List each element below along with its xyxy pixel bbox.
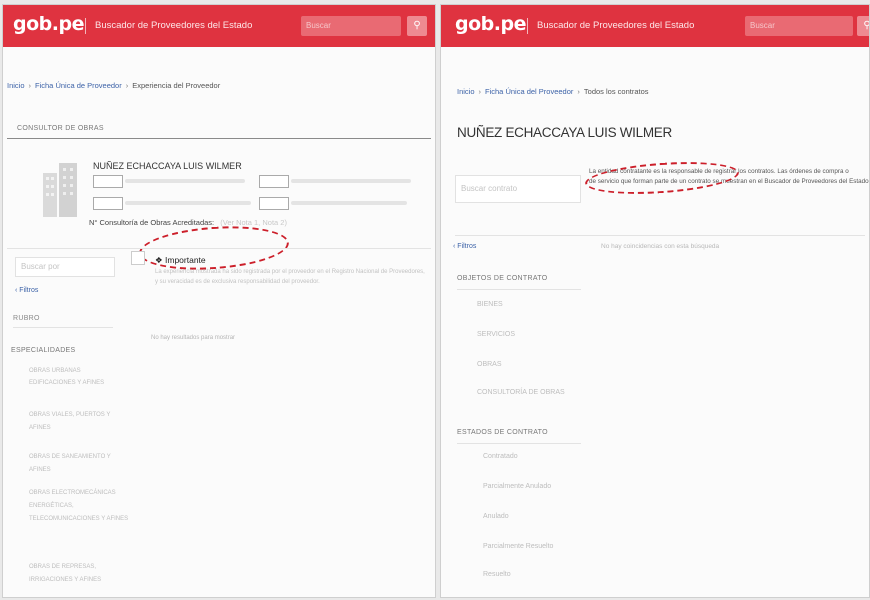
info-field-box <box>93 175 123 188</box>
chevron-right-icon: › <box>478 87 482 96</box>
divider <box>457 443 581 444</box>
especialidad-item[interactable]: EDIFICACIONES Y AFINES <box>29 379 133 388</box>
provider-name: NUÑEZ ECHACCAYA LUIS WILMER <box>93 161 242 171</box>
header-title: Buscador de Proveedores del Estado <box>95 20 253 31</box>
especialidades-label: ESPECIALIDADES <box>11 347 76 354</box>
breadcrumb: Inicio › Ficha Única del Proveedor › Todos l… <box>457 87 649 96</box>
search-icon: ⚲ <box>863 20 870 31</box>
especialidad-item[interactable]: OBRAS ELECTROMECÁNICAS ENERGÉTICAS, TELE… <box>29 487 137 526</box>
filters-toggle[interactable]: ‹ Filtros <box>453 243 476 250</box>
divider <box>7 248 431 249</box>
search-icon: ⚲ <box>413 20 421 31</box>
breadcrumb-current: Todos los contratos <box>583 87 649 96</box>
estado-filter-parcialmente-anulado[interactable]: Parcialmente Anulado <box>483 483 551 490</box>
info-field-box <box>259 175 289 188</box>
important-title: Importante <box>165 255 206 265</box>
filters-label: Filtros <box>457 243 477 250</box>
no-match-text: No hay coincidencias con esta búsqueda <box>601 243 720 250</box>
chevron-left-icon: ‹ <box>453 243 456 250</box>
consultorias-label: N° Consultoría de Obras Acreditadas: <box>89 218 215 227</box>
chevron-right-icon: › <box>28 81 32 90</box>
chevron-right-icon: › <box>125 81 129 90</box>
header-divider <box>85 18 86 34</box>
header-search-input[interactable]: Buscar <box>745 16 853 36</box>
left-panel: gob.pe Buscador de Proveedores del Estad… <box>2 4 436 598</box>
breadcrumb: Inicio › Ficha Única de Proveedor › Experien… <box>7 81 220 90</box>
section-divider <box>7 138 431 139</box>
consultorias-count: N° Consultoría de Obras Acreditadas: (Ve… <box>89 218 287 227</box>
breadcrumb-current: Experiencia del Proveedor <box>132 81 221 90</box>
filters-toggle[interactable]: ‹ Filtros <box>15 287 38 294</box>
objeto-filter-bienes[interactable]: BIENES <box>477 301 503 308</box>
site-header: gob.pe Buscador de Proveedores del Estad… <box>3 5 435 47</box>
header-divider <box>527 18 528 34</box>
gobpe-logo[interactable]: gob.pe <box>455 13 526 35</box>
objeto-filter-servicios[interactable]: SERVICIOS <box>477 331 515 338</box>
divider <box>13 327 113 328</box>
building-icon <box>43 163 77 217</box>
contract-search-input[interactable]: Buscar contrato <box>455 175 581 203</box>
breadcrumb-ficha[interactable]: Ficha Única de Proveedor <box>35 81 122 90</box>
filters-label: Filtros <box>19 287 39 294</box>
no-results-text: No hay resultados para mostrar <box>151 335 236 341</box>
objeto-filter-consultoria[interactable]: CONSULTORÍA DE OBRAS <box>477 389 565 396</box>
estados-label: ESTADOS DE CONTRATO <box>457 429 548 436</box>
chevron-left-icon: ‹ <box>15 287 18 294</box>
important-heading: ❖ Importante <box>155 255 206 266</box>
expand-toggle-button[interactable] <box>131 251 145 265</box>
breadcrumb-home[interactable]: Inicio <box>7 81 25 90</box>
especialidad-item[interactable]: OBRAS VIALES, PUERTOS Y AFINES <box>29 409 129 435</box>
section-label: CONSULTOR DE OBRAS <box>17 125 104 132</box>
especialidad-item[interactable]: OBRAS DE SANEAMIENTO Y AFINES <box>29 451 123 477</box>
search-filter-input[interactable]: Buscar por <box>15 257 115 277</box>
header-search-button[interactable]: ⚲ <box>407 16 427 36</box>
objetos-label: OBJETOS DE CONTRATO <box>457 275 548 282</box>
breadcrumb-ficha[interactable]: Ficha Única del Proveedor <box>485 87 573 96</box>
provider-name: NUÑEZ ECHACCAYA LUIS WILMER <box>457 125 672 140</box>
info-text <box>125 179 245 183</box>
header-search-input[interactable]: Buscar <box>301 16 401 36</box>
rubro-label: RUBRO <box>13 315 40 322</box>
divider <box>457 289 581 290</box>
breadcrumb-home[interactable]: Inicio <box>457 87 475 96</box>
gobpe-logo[interactable]: gob.pe <box>13 13 84 35</box>
especialidad-item[interactable]: OBRAS DE REPRESAS, IRRIGACIONES Y AFINES <box>29 561 129 587</box>
right-panel: gob.pe Buscador de Proveedores del Estad… <box>440 4 870 598</box>
objeto-filter-obras[interactable]: OBRAS <box>477 361 502 368</box>
info-text <box>291 201 407 205</box>
site-header: gob.pe Buscador de Proveedores del Estad… <box>441 5 869 47</box>
annotation-circle <box>584 157 740 199</box>
especialidad-item[interactable]: OBRAS URBANAS <box>29 367 133 376</box>
important-text: La experiencia mostrada ha sido registra… <box>155 269 425 285</box>
info-icon: ❖ <box>155 255 163 265</box>
header-title: Buscador de Proveedores del Estado <box>537 20 695 31</box>
info-text <box>125 201 251 205</box>
info-text <box>291 179 411 183</box>
estado-filter-contratado[interactable]: Contratado <box>483 453 518 460</box>
estado-filter-anulado[interactable]: Anulado <box>483 513 509 520</box>
divider <box>455 235 865 236</box>
estado-filter-resuelto[interactable]: Resuelto <box>483 571 511 578</box>
info-field-box <box>93 197 123 210</box>
info-field-box <box>259 197 289 210</box>
estado-filter-parcialmente-resuelto[interactable]: Parcialmente Resuelto <box>483 543 553 550</box>
header-search-button[interactable]: ⚲ <box>857 16 870 36</box>
chevron-right-icon: › <box>577 87 580 96</box>
